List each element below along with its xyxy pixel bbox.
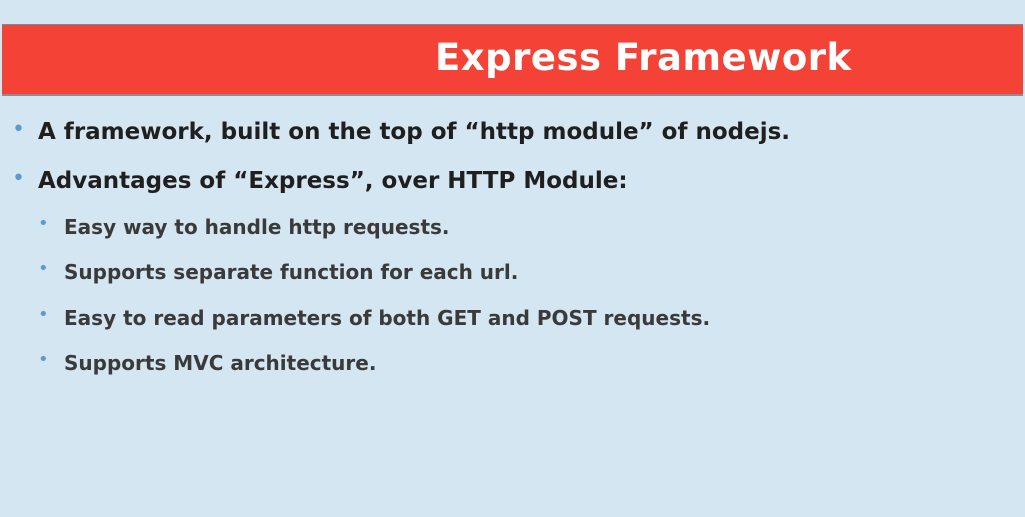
bullet-text: Easy to read parameters of both GET and …: [64, 306, 711, 330]
bullet-text: Easy way to handle http requests.: [64, 215, 450, 239]
bullet-dot-icon: •: [38, 304, 49, 325]
bullet-text: A framework, built on the top of “http m…: [38, 119, 791, 145]
bullet-dot-icon: •: [38, 258, 49, 279]
bullet-text: Supports separate function for each url.: [64, 260, 519, 284]
bullet-dot-icon: •: [38, 349, 49, 370]
bullet-text: Supports MVC architecture.: [64, 351, 377, 375]
bullet-dot-icon: •: [12, 117, 25, 142]
bullet-list: • A framework, built on the top of “http…: [0, 0, 1025, 517]
slide: Express Framework • A framework, built o…: [0, 0, 1025, 517]
bullet-dot-icon: •: [12, 166, 25, 191]
bullet-dot-icon: •: [38, 213, 49, 234]
bullet-text: Advantages of “Express”, over HTTP Modul…: [38, 168, 628, 194]
